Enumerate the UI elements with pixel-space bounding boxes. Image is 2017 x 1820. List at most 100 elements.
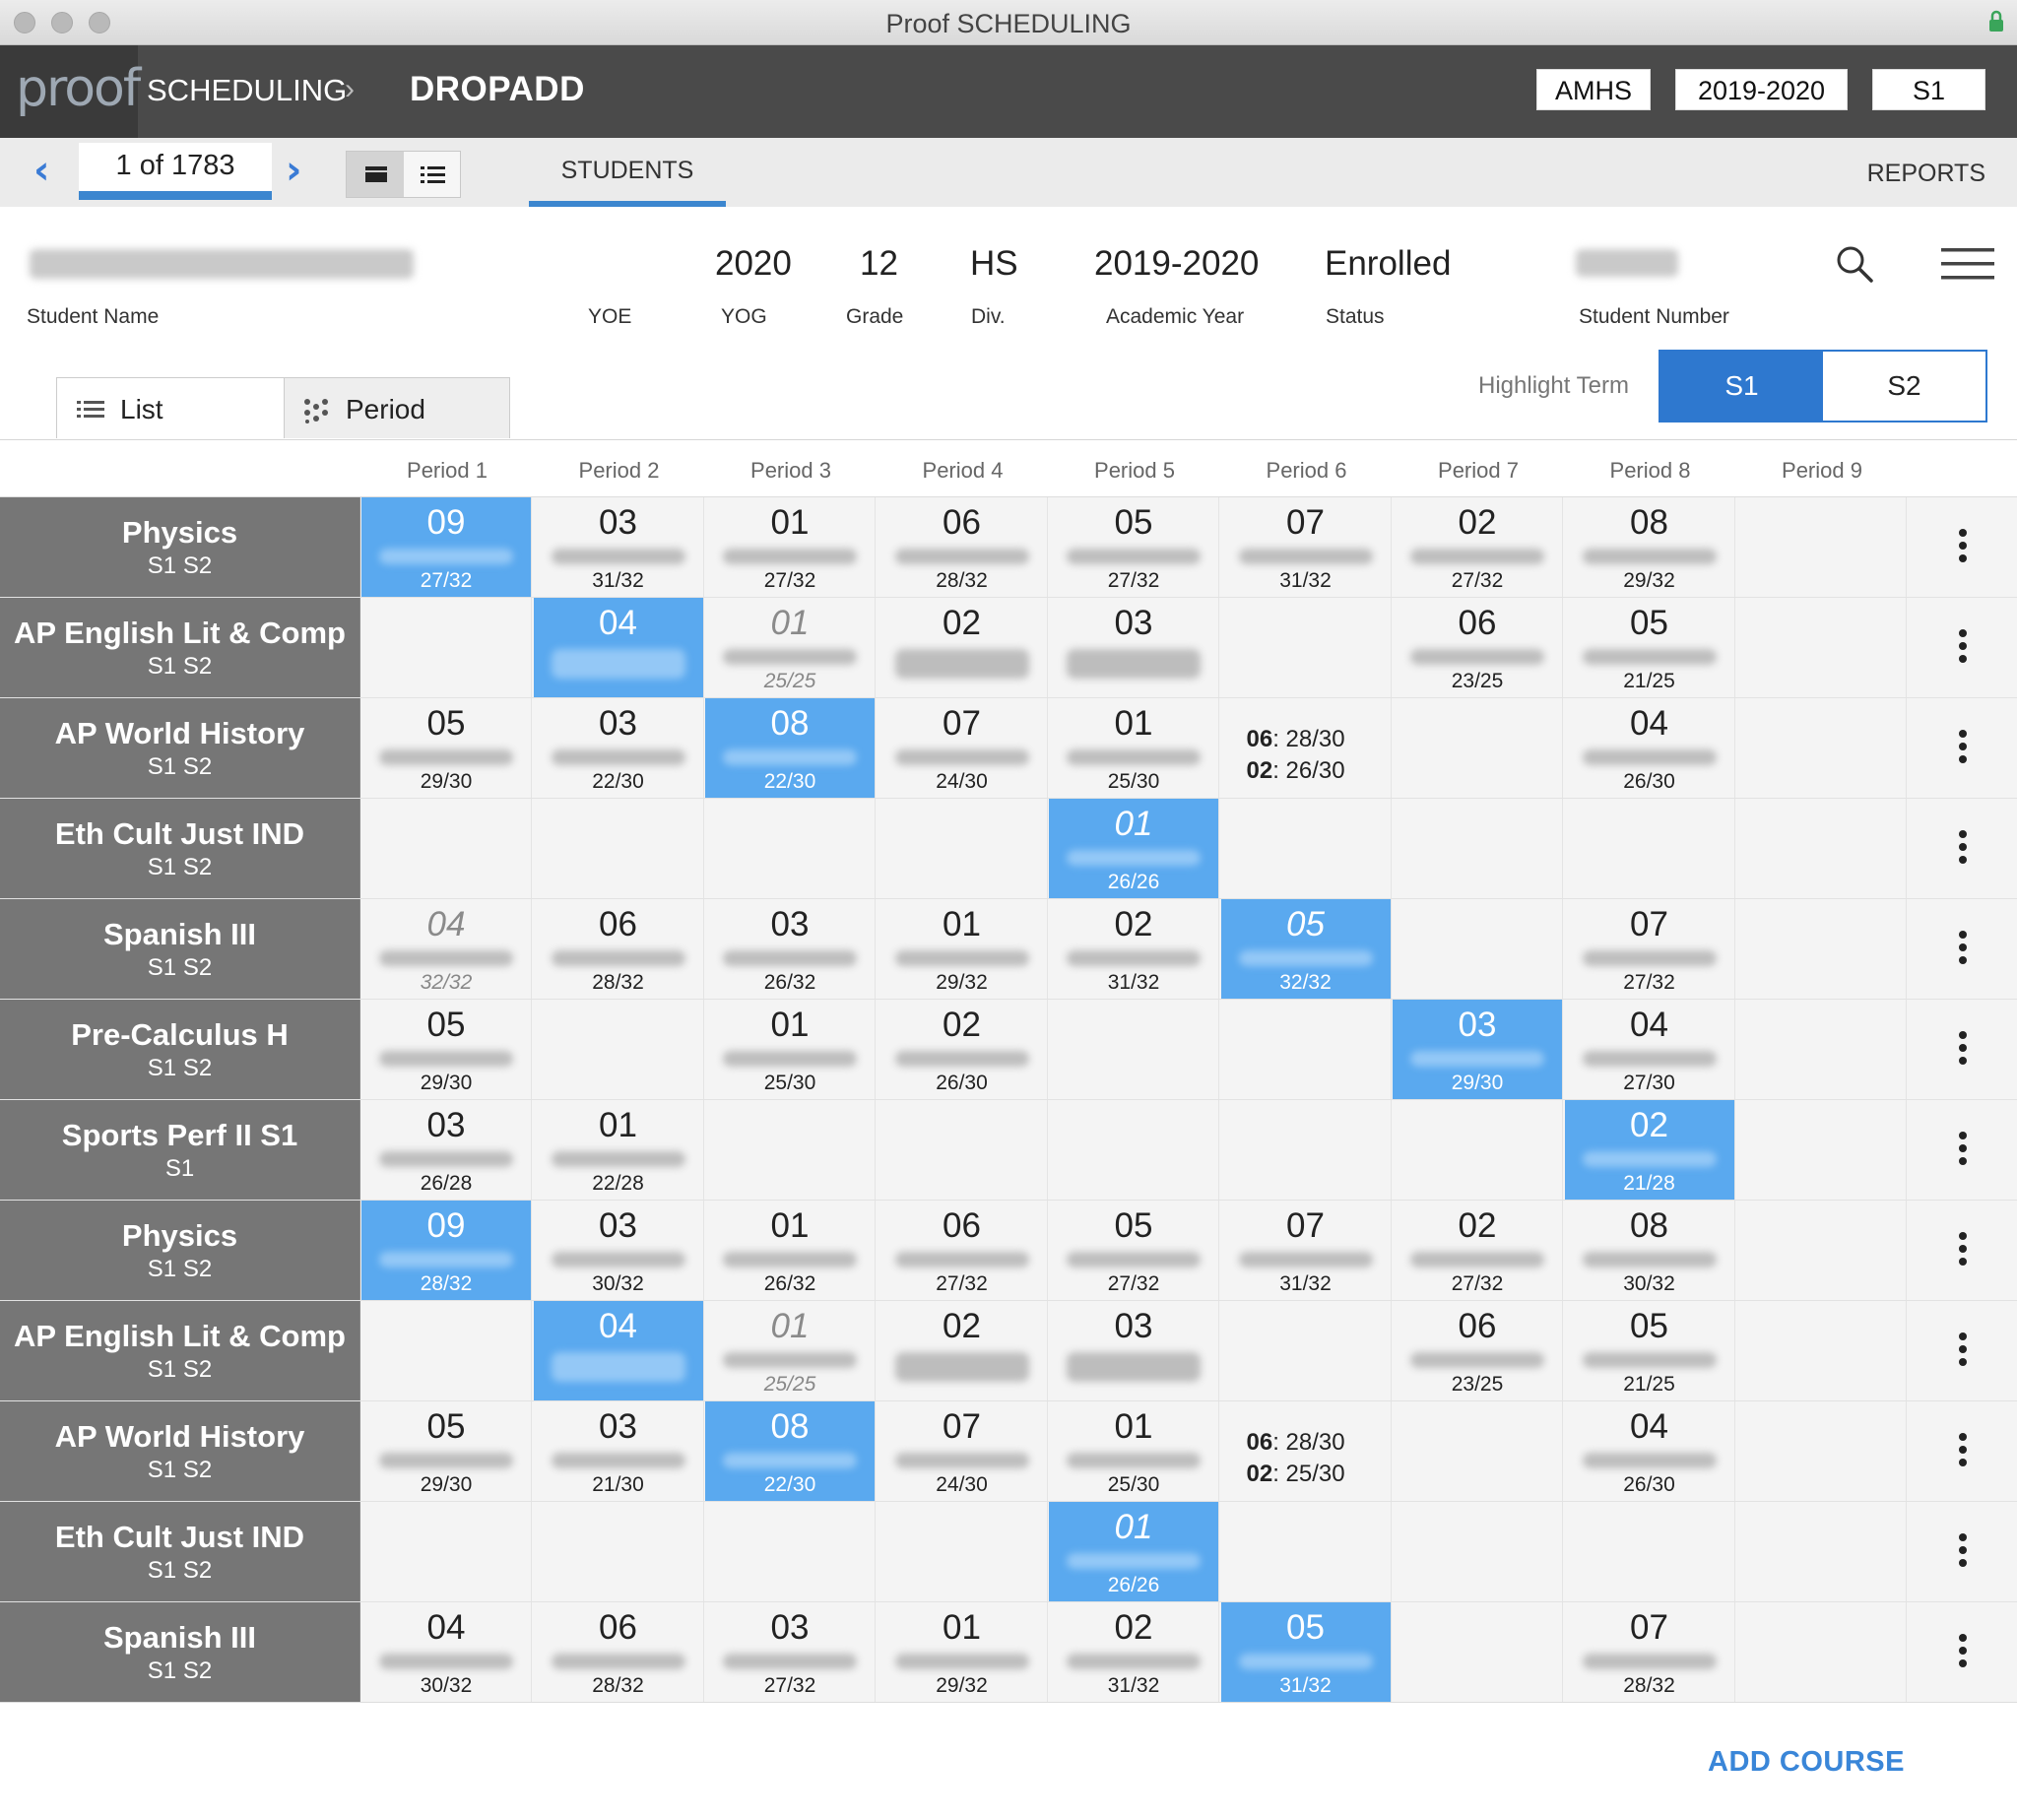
section-cell[interactable]: 04	[533, 598, 704, 697]
section-cell[interactable]: 03 21/30	[534, 1401, 704, 1501]
section-cell[interactable]: 07 24/30	[878, 1401, 1048, 1501]
section-cell[interactable]: 01 26/26	[1049, 799, 1219, 898]
kebab-menu-icon[interactable]	[1948, 1533, 1978, 1573]
section-cell[interactable]: 06 23/25	[1393, 598, 1563, 697]
course-label[interactable]: Physics S1 S2	[0, 497, 360, 597]
section-cell[interactable]: 01 26/32	[705, 1201, 876, 1300]
section-cell[interactable]: 07 24/30	[878, 698, 1048, 798]
section-cell[interactable]: 06 27/32	[878, 1201, 1048, 1300]
section-cell[interactable]: 08 22/30	[705, 1401, 876, 1501]
school-selector-button[interactable]: AMHS	[1536, 69, 1651, 110]
section-cell[interactable]: 05 29/30	[361, 698, 532, 798]
section-cell[interactable]: 06 23/25	[1393, 1301, 1563, 1400]
course-label[interactable]: Sports Perf II S1 S1	[0, 1100, 360, 1200]
section-cell[interactable]: 02 21/28	[1564, 1100, 1735, 1200]
tab-period-view[interactable]: Period	[284, 377, 510, 438]
proof-logo[interactable]: proof	[0, 45, 141, 138]
section-cell[interactable]: 09 28/32	[361, 1201, 532, 1300]
section-cell[interactable]: 01 27/32	[705, 497, 876, 597]
section-cell[interactable]: 04 32/32	[361, 899, 532, 999]
section-cell[interactable]: 08 30/32	[1565, 1201, 1735, 1300]
section-cell[interactable]: 04 26/30	[1565, 1401, 1735, 1501]
section-cell[interactable]: 02 27/32	[1393, 497, 1563, 597]
section-cell[interactable]: 01 29/32	[878, 899, 1048, 999]
section-cell[interactable]: 07 27/32	[1565, 899, 1735, 999]
course-label[interactable]: Eth Cult Just IND S1 S2	[0, 799, 360, 898]
section-cell[interactable]: 01 29/32	[878, 1602, 1048, 1702]
section-cell[interactable]: 05 29/30	[361, 1000, 532, 1099]
term-selector-button[interactable]: S1	[1872, 69, 1985, 110]
section-cell[interactable]: 02 31/32	[1049, 899, 1219, 999]
section-cell[interactable]: 06: 28/30 02: 26/30	[1221, 698, 1392, 798]
section-cell[interactable]: 03 22/30	[534, 698, 704, 798]
course-label[interactable]: AP World History S1 S2	[0, 1401, 360, 1501]
chevron-right-icon[interactable]: ›	[286, 148, 301, 193]
highlight-term-s2[interactable]: S2	[1823, 352, 1985, 421]
kebab-menu-icon[interactable]	[1948, 1634, 1978, 1673]
kebab-menu-icon[interactable]	[1948, 1132, 1978, 1171]
section-cell[interactable]: 06 28/32	[534, 899, 704, 999]
year-selector-button[interactable]: 2019-2020	[1675, 69, 1848, 110]
kebab-menu-icon[interactable]	[1948, 529, 1978, 568]
section-cell[interactable]: 04 27/30	[1565, 1000, 1735, 1099]
course-label[interactable]: Physics S1 S2	[0, 1201, 360, 1300]
section-cell[interactable]: 01 25/25	[705, 598, 876, 697]
section-cell[interactable]: 01 26/26	[1049, 1502, 1219, 1601]
tab-students[interactable]: STUDENTS	[529, 138, 726, 207]
section-cell[interactable]: 08 22/30	[705, 698, 876, 798]
course-label[interactable]: AP English Lit & Comp S1 S2	[0, 598, 360, 697]
course-label[interactable]: Spanish III S1 S2	[0, 1602, 360, 1702]
section-cell[interactable]: 05 27/32	[1049, 497, 1219, 597]
record-counter[interactable]: 1 of 1783	[79, 143, 272, 200]
section-cell[interactable]: 06 28/32	[878, 497, 1048, 597]
course-label[interactable]: Eth Cult Just IND S1 S2	[0, 1502, 360, 1601]
section-cell[interactable]: 07 31/32	[1221, 1201, 1392, 1300]
section-cell[interactable]: 08 29/32	[1565, 497, 1735, 597]
section-cell[interactable]: 02	[878, 598, 1048, 697]
add-course-button[interactable]: ADD COURSE	[1708, 1746, 1905, 1779]
section-cell[interactable]: 07 28/32	[1565, 1602, 1735, 1702]
course-label[interactable]: AP English Lit & Comp S1 S2	[0, 1301, 360, 1400]
kebab-menu-icon[interactable]	[1948, 1031, 1978, 1071]
course-label[interactable]: Spanish III S1 S2	[0, 899, 360, 999]
section-cell[interactable]: 05 27/32	[1049, 1201, 1219, 1300]
section-cell[interactable]: 01 22/28	[534, 1100, 704, 1200]
chevron-left-icon[interactable]: ‹	[33, 148, 49, 193]
section-cell[interactable]: 06 28/32	[534, 1602, 704, 1702]
section-cell[interactable]: 02 26/30	[878, 1000, 1048, 1099]
section-cell[interactable]: 05 21/25	[1565, 598, 1735, 697]
section-cell[interactable]: 05 31/32	[1220, 1602, 1392, 1702]
kebab-menu-icon[interactable]	[1948, 1232, 1978, 1271]
section-cell[interactable]: 01 25/30	[705, 1000, 876, 1099]
kebab-menu-icon[interactable]	[1948, 830, 1978, 870]
tab-list-view[interactable]: List	[56, 377, 285, 438]
kebab-menu-icon[interactable]	[1948, 1332, 1978, 1372]
hamburger-menu-icon[interactable]	[1941, 245, 1994, 283]
section-cell[interactable]: 03	[1049, 1301, 1219, 1400]
section-cell[interactable]: 04	[533, 1301, 704, 1400]
section-cell[interactable]: 03 30/32	[534, 1201, 704, 1300]
section-cell[interactable]: 05 29/30	[361, 1401, 532, 1501]
section-cell[interactable]: 03	[1049, 598, 1219, 697]
section-cell[interactable]: 02 27/32	[1393, 1201, 1563, 1300]
highlight-term-s1[interactable]: S1	[1660, 352, 1823, 421]
section-cell[interactable]: 03 31/32	[534, 497, 704, 597]
section-cell[interactable]: 05 21/25	[1565, 1301, 1735, 1400]
kebab-menu-icon[interactable]	[1948, 1433, 1978, 1472]
section-cell[interactable]: 06: 28/30 02: 25/30	[1221, 1401, 1392, 1501]
section-cell[interactable]: 04 26/30	[1565, 698, 1735, 798]
section-cell[interactable]: 02	[878, 1301, 1048, 1400]
section-cell[interactable]: 01 25/30	[1049, 698, 1219, 798]
section-cell[interactable]: 01 25/30	[1049, 1401, 1219, 1501]
section-cell[interactable]: 03 27/32	[705, 1602, 876, 1702]
section-cell[interactable]: 09 27/32	[361, 497, 532, 597]
kebab-menu-icon[interactable]	[1948, 629, 1978, 669]
search-icon[interactable]	[1835, 244, 1874, 284]
course-label[interactable]: AP World History S1 S2	[0, 698, 360, 798]
breadcrumb-scheduling[interactable]: SCHEDULING	[147, 73, 347, 108]
list-view-icon[interactable]	[404, 152, 461, 197]
course-label[interactable]: Pre-Calculus H S1 S2	[0, 1000, 360, 1099]
kebab-menu-icon[interactable]	[1948, 730, 1978, 769]
grid-view-icon[interactable]	[347, 152, 404, 197]
section-cell[interactable]: 03 29/30	[1393, 1000, 1563, 1099]
